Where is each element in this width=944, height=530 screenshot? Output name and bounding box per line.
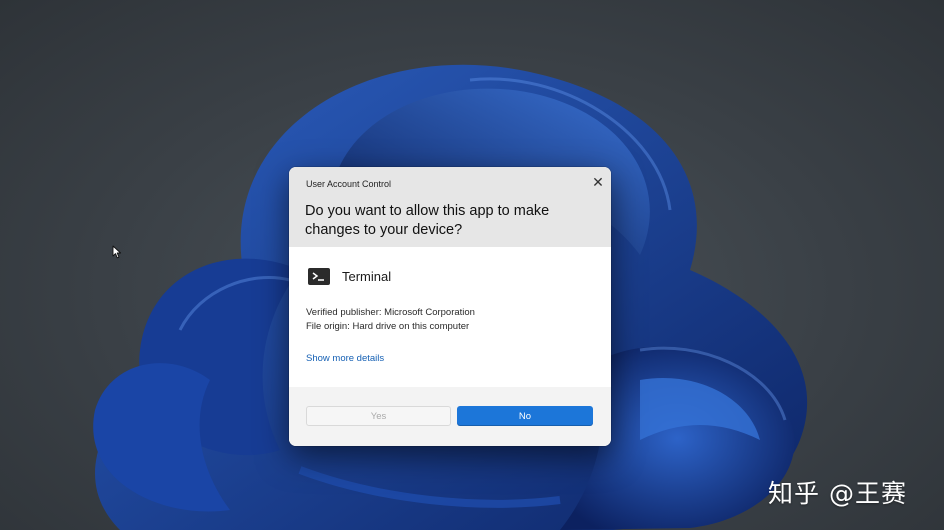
terminal-icon	[308, 267, 330, 285]
app-name: Terminal	[342, 268, 392, 284]
dialog-title: User Account Control	[306, 179, 392, 189]
dialog-header: User Account Control ✕ Do you want to al…	[289, 167, 611, 247]
yes-button[interactable]: Yes	[306, 406, 451, 426]
dialog-question: Do you want to allow this app to make ch…	[305, 203, 550, 238]
dialog-footer: Yes No	[289, 387, 611, 446]
close-icon: ✕	[592, 173, 604, 190]
app-details: Verified publisher: Microsoft Corporatio…	[306, 306, 475, 334]
watermark: 知乎 @王赛	[768, 479, 907, 508]
publisher-text: Verified publisher: Microsoft Corporatio…	[306, 307, 475, 318]
show-more-details-link[interactable]: Show more details	[306, 353, 384, 364]
no-button[interactable]: No	[457, 406, 593, 426]
origin-text: File origin: Hard drive on this computer	[306, 321, 470, 332]
close-button[interactable]: ✕	[587, 171, 609, 193]
mouse-cursor-icon	[112, 245, 122, 259]
app-row: Terminal	[308, 266, 391, 286]
uac-dialog: User Account Control ✕ Do you want to al…	[289, 167, 611, 446]
